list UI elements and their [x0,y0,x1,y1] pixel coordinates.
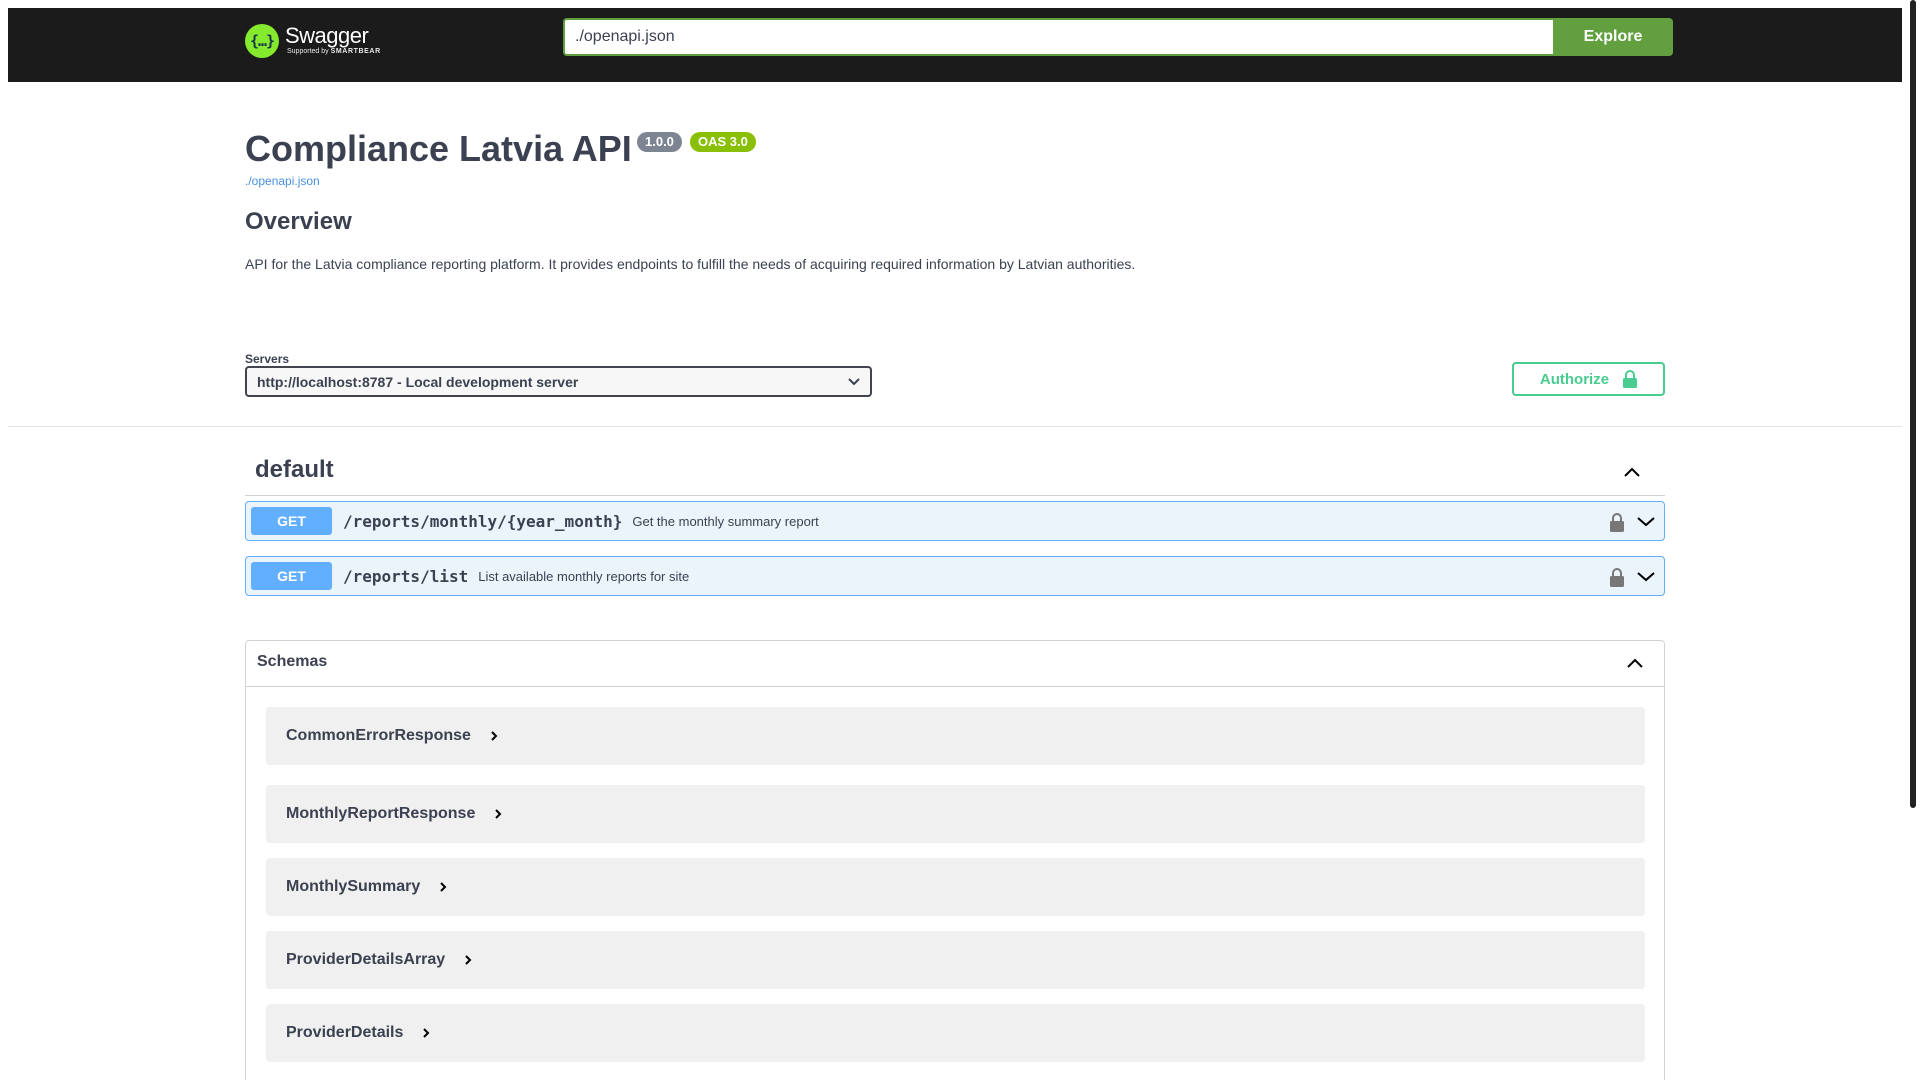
chevron-right-icon [495,809,502,819]
servers-label: Servers [245,352,290,366]
api-description: API for the Latvia compliance reporting … [245,256,1136,272]
lock-icon[interactable] [1609,512,1625,532]
swagger-logo[interactable]: {…} Swagger Supported by SMARTBEAR [245,24,381,58]
schema-model-name: ProviderDetails [286,1024,404,1041]
schema-model[interactable]: MonthlyReportResponse [266,785,1645,843]
schema-model-name: CommonErrorResponse [286,727,471,744]
schema-model[interactable]: ProviderDetailsArray [266,931,1645,989]
operation-path: /reports/list [343,566,469,586]
chevron-up-icon[interactable] [1623,651,1647,675]
method-badge: GET [251,562,332,590]
chevron-right-icon [440,882,447,892]
schema-model-name: ProviderDetailsArray [286,951,446,968]
operation-get-monthly-report[interactable]: GET /reports/monthly/{year_month} Get th… [245,501,1665,541]
chevron-right-icon [423,1028,430,1038]
servers-select[interactable]: http://localhost:8787 - Local developmen… [245,366,872,397]
operation-get-reports-list[interactable]: GET /reports/list List available monthly… [245,556,1665,596]
schema-model-name: MonthlyReportResponse [286,805,476,822]
chevron-down-icon[interactable] [1635,565,1657,587]
logo-sub: Supported by SMARTBEAR [287,48,381,56]
schemas-title[interactable]: Schemas [257,653,327,671]
schema-model[interactable]: MonthlySummary [266,858,1645,916]
logo-name: Swagger [285,23,369,48]
swagger-logo-icon: {…} [245,24,279,58]
operation-summary: List available monthly reports for site [478,568,690,584]
tag-default-title[interactable]: default [255,456,334,484]
tag-divider [245,495,1665,496]
section-divider [8,426,1902,427]
lock-icon[interactable] [1609,567,1625,587]
chevron-down-icon [848,377,860,385]
oas-badge: OAS 3.0 [690,132,756,152]
version-badge: 1.0.0 [637,132,682,152]
method-badge: GET [251,507,332,535]
schema-model[interactable]: ProviderDetails [266,1004,1645,1062]
api-title: Compliance Latvia API [245,128,632,169]
chevron-right-icon [465,955,472,965]
operation-summary: Get the monthly summary report [632,513,819,529]
scrollbar-thumb[interactable] [1910,0,1916,808]
operation-path: /reports/monthly/{year_month} [343,511,623,531]
overview-heading: Overview [245,208,352,235]
explore-button[interactable]: Explore [1553,18,1673,56]
chevron-up-icon[interactable] [1620,460,1644,484]
lock-icon [1623,370,1638,388]
spec-link[interactable]: ./openapi.json [245,174,320,188]
logo-sub-prefix: Supported by [287,48,329,55]
topbar: {…} Swagger Supported by SMARTBEAR Explo… [8,8,1902,82]
servers-selected-value: http://localhost:8787 - Local developmen… [257,373,579,390]
schemas-section: Schemas CommonErrorResponse MonthlyRepor… [245,640,1665,1080]
spec-url-input[interactable] [563,18,1553,56]
chevron-down-icon[interactable] [1635,510,1657,532]
schema-model[interactable]: CommonErrorResponse [266,707,1645,765]
authorize-label: Authorize [1539,370,1610,388]
chevron-right-icon [491,731,498,741]
logo-sub-brand: SMARTBEAR [330,48,381,55]
schemas-divider [246,686,1664,687]
schema-model-name: MonthlySummary [286,878,421,895]
authorize-button[interactable]: Authorize [1512,362,1665,396]
logo-text: Swagger Supported by SMARTBEAR [285,24,381,56]
